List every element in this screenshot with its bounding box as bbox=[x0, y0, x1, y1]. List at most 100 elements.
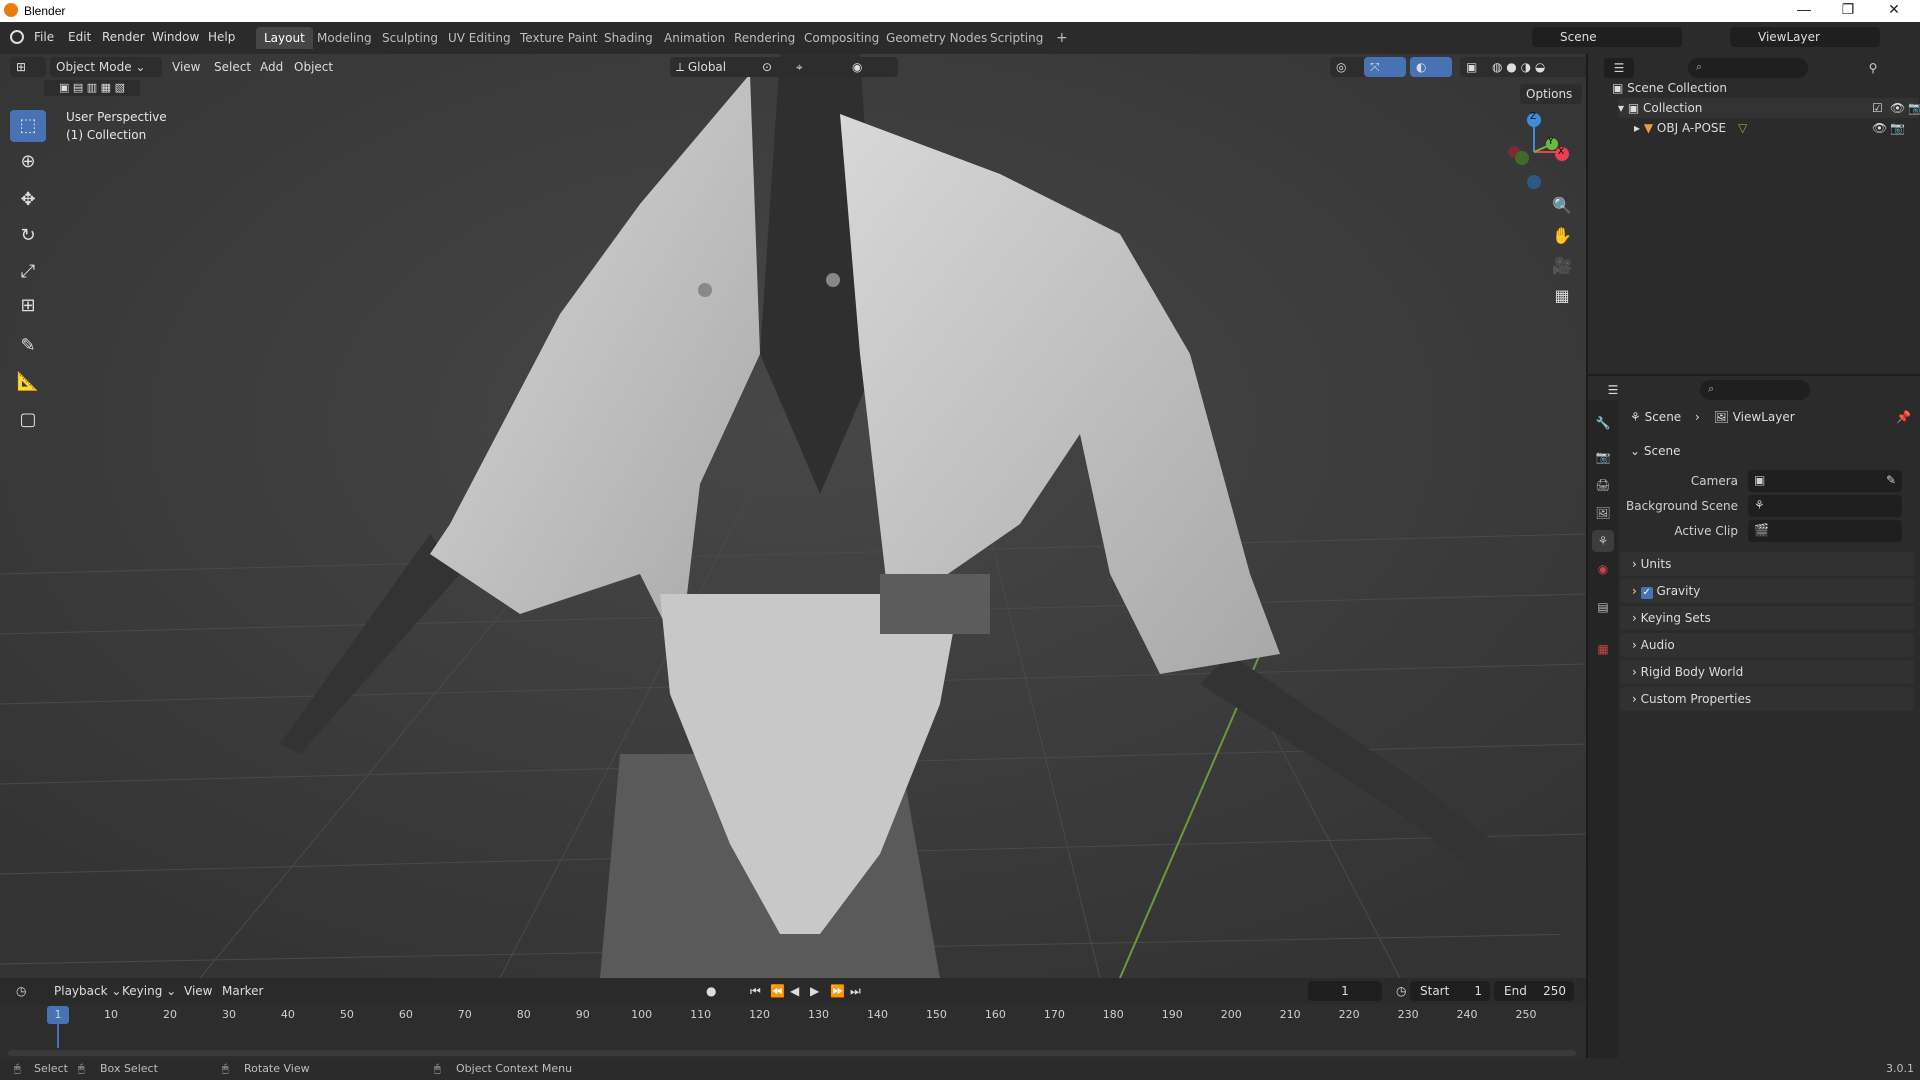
keying-sets-panel[interactable]: › Keying Sets bbox=[1620, 606, 1914, 630]
outliner-scene-collection[interactable]: ▣ Scene Collection bbox=[1612, 78, 1727, 98]
blender-menu-icon[interactable] bbox=[10, 30, 24, 44]
rigid-body-world-panel[interactable]: › Rigid Body World bbox=[1620, 660, 1914, 684]
select-box-tool[interactable]: ⬚ bbox=[10, 110, 46, 142]
tab-modeling[interactable]: Modeling bbox=[309, 27, 380, 49]
transform-tool[interactable]: ⊞ bbox=[10, 290, 46, 322]
maximize-button[interactable]: ❐ bbox=[1828, 1, 1868, 18]
menu-render[interactable]: Render bbox=[102, 30, 145, 44]
camera-icon[interactable]: 📷 bbox=[1890, 118, 1905, 138]
eyedropper-icon[interactable]: ✎ bbox=[1886, 473, 1896, 487]
pin-icon[interactable]: 📌 bbox=[1896, 410, 1911, 424]
gizmo-toggle[interactable]: ⤧ bbox=[1364, 57, 1406, 77]
viewport-menu-object[interactable]: Object bbox=[288, 57, 339, 77]
outliner-object-row[interactable]: ▸ ▼ OBJ A-POSE ▽ 👁 📷 bbox=[1634, 118, 1918, 138]
tab-scripting[interactable]: Scripting bbox=[982, 27, 1051, 49]
units-panel[interactable]: › Units bbox=[1620, 552, 1914, 576]
zoom-icon[interactable]: 🔍 bbox=[1548, 192, 1576, 220]
eye-icon[interactable]: 👁 bbox=[1890, 98, 1905, 118]
filter-icon[interactable]: ⚲ bbox=[1858, 58, 1888, 78]
active-clip-label: Active Clip bbox=[1674, 524, 1738, 538]
timeline-editor-icon[interactable]: ◷ bbox=[10, 981, 44, 1001]
tab-shading[interactable]: Shading bbox=[596, 27, 661, 49]
audio-label: Audio bbox=[1640, 638, 1675, 652]
viewport-menu-add[interactable]: Add bbox=[254, 57, 289, 77]
menu-edit[interactable]: Edit bbox=[68, 30, 91, 44]
close-button[interactable]: ✕ bbox=[1874, 1, 1914, 18]
grid-view-icon[interactable]: ▦ bbox=[1548, 282, 1576, 310]
add-workspace-button[interactable]: + bbox=[1048, 27, 1076, 49]
render-tab-icon[interactable]: 📷 bbox=[1592, 446, 1614, 468]
options-button[interactable]: Options bbox=[1520, 84, 1582, 104]
tab-rendering[interactable]: Rendering bbox=[726, 27, 803, 49]
record-button[interactable]: ● bbox=[700, 981, 722, 1001]
gravity-panel[interactable]: › ✓ Gravity bbox=[1620, 579, 1914, 603]
camera-view-icon[interactable]: 🎥 bbox=[1548, 252, 1576, 280]
tool-tab-icon[interactable]: 🔧 bbox=[1592, 412, 1614, 434]
view-layer-tab-icon[interactable]: 🖼 bbox=[1592, 502, 1614, 524]
outliner-search-input[interactable]: ⌕ bbox=[1688, 58, 1808, 78]
menu-window[interactable]: Window bbox=[152, 30, 199, 44]
scene-tab-icon[interactable]: ⚘ bbox=[1592, 530, 1614, 552]
start-frame-field[interactable]: Start 1 bbox=[1410, 981, 1490, 1001]
reverse-play-icon[interactable]: ◀ bbox=[784, 981, 805, 1001]
menu-help[interactable]: Help bbox=[208, 30, 235, 44]
eye-icon[interactable]: 👁 bbox=[1872, 118, 1887, 138]
tab-sculpting[interactable]: Sculpting bbox=[374, 27, 446, 49]
measure-tool[interactable]: 📐 bbox=[10, 366, 46, 398]
move-tool[interactable]: ✥ bbox=[10, 184, 46, 216]
timeline-menu-keying[interactable]: Keying ⌄ bbox=[116, 981, 182, 1001]
menu-file[interactable]: File bbox=[34, 30, 54, 44]
outliner-collection-row[interactable]: ▾ ▣ Collection ☑ 👁 📷 bbox=[1618, 98, 1920, 118]
add-cube-tool[interactable]: ▢ bbox=[10, 404, 46, 436]
annotate-tool[interactable]: ✎ bbox=[10, 330, 46, 362]
tab-compositing[interactable]: Compositing bbox=[796, 27, 887, 49]
tab-animation[interactable]: Animation bbox=[656, 27, 733, 49]
audio-panel[interactable]: › Audio bbox=[1620, 633, 1914, 657]
transform-orientation[interactable]: ⟂ Global bbox=[670, 57, 760, 77]
pan-hand-icon[interactable]: ✋ bbox=[1548, 222, 1576, 250]
scene-selector[interactable]: Scene bbox=[1532, 27, 1682, 47]
mode-selector[interactable]: Object Mode ⌄ bbox=[50, 57, 162, 77]
properties-search-input[interactable]: ⌕ bbox=[1700, 380, 1810, 400]
play-icon[interactable]: ▶ bbox=[804, 981, 825, 1001]
tab-layout[interactable]: Layout bbox=[256, 27, 313, 49]
overlay-toggle[interactable]: ◐ bbox=[1410, 57, 1452, 77]
viewlayer-selector[interactable]: ViewLayer bbox=[1730, 27, 1880, 47]
active-clip-field[interactable]: 🎬 bbox=[1748, 520, 1902, 542]
timeline-menu-marker[interactable]: Marker bbox=[216, 981, 269, 1001]
gravity-checkbox[interactable]: ✓ bbox=[1640, 587, 1653, 599]
camera-field[interactable]: ▣ ✎ bbox=[1748, 470, 1902, 492]
scene-section-header[interactable]: ⌄ Scene bbox=[1620, 439, 1914, 463]
checkbox-icon[interactable]: ☑ bbox=[1872, 98, 1883, 118]
rotate-tool[interactable]: ↻ bbox=[10, 220, 46, 252]
shading-modes[interactable]: ◍ ● ◑ ◒ bbox=[1486, 57, 1590, 77]
outliner-editor-icon[interactable]: ☰ bbox=[1604, 58, 1634, 78]
current-frame-field[interactable]: 1 bbox=[1308, 981, 1382, 1001]
3d-viewport[interactable] bbox=[0, 54, 1586, 978]
cursor-tool[interactable]: ⊕ bbox=[10, 146, 46, 178]
navigation-gizmo[interactable]: Z X Y bbox=[1500, 110, 1580, 190]
select-mode-icons[interactable]: ▣ ▤ ▥ ▦ ▧ bbox=[44, 80, 140, 96]
collection-tab-icon[interactable]: ▤ bbox=[1592, 596, 1614, 618]
output-tab-icon[interactable]: 🖨 bbox=[1592, 474, 1614, 496]
camera-icon[interactable]: 📷 bbox=[1908, 98, 1920, 118]
texture-tab-icon[interactable]: ▦ bbox=[1592, 638, 1614, 660]
snap-button[interactable]: ⌖ bbox=[790, 57, 854, 77]
tab-geometry-nodes[interactable]: Geometry Nodes bbox=[878, 27, 995, 49]
tab-texture-paint[interactable]: Texture Paint bbox=[512, 27, 605, 49]
minimize-button[interactable]: — bbox=[1784, 1, 1824, 17]
timeline-scrollbar[interactable] bbox=[8, 1050, 1576, 1056]
tab-uv-editing[interactable]: UV Editing bbox=[440, 27, 519, 49]
custom-properties-panel[interactable]: › Custom Properties bbox=[1620, 687, 1914, 711]
world-tab-icon[interactable]: ◉ bbox=[1592, 558, 1614, 580]
jump-end-icon[interactable]: ⏭ bbox=[844, 981, 867, 1001]
end-frame-field[interactable]: End 250 bbox=[1494, 981, 1574, 1001]
viewport-menu-view[interactable]: View bbox=[166, 57, 206, 77]
scale-tool[interactable]: ⤢ bbox=[10, 256, 46, 288]
editor-type-icon[interactable]: ⊞ bbox=[10, 57, 46, 77]
properties-editor-icon[interactable]: ☰ bbox=[1598, 380, 1628, 400]
background-scene-field[interactable]: ⚘ bbox=[1748, 495, 1902, 517]
proportional-edit-button[interactable]: ◉ bbox=[846, 57, 898, 77]
viewport-menu-select[interactable]: Select bbox=[208, 57, 257, 77]
timeline-menu-view[interactable]: View bbox=[178, 981, 218, 1001]
